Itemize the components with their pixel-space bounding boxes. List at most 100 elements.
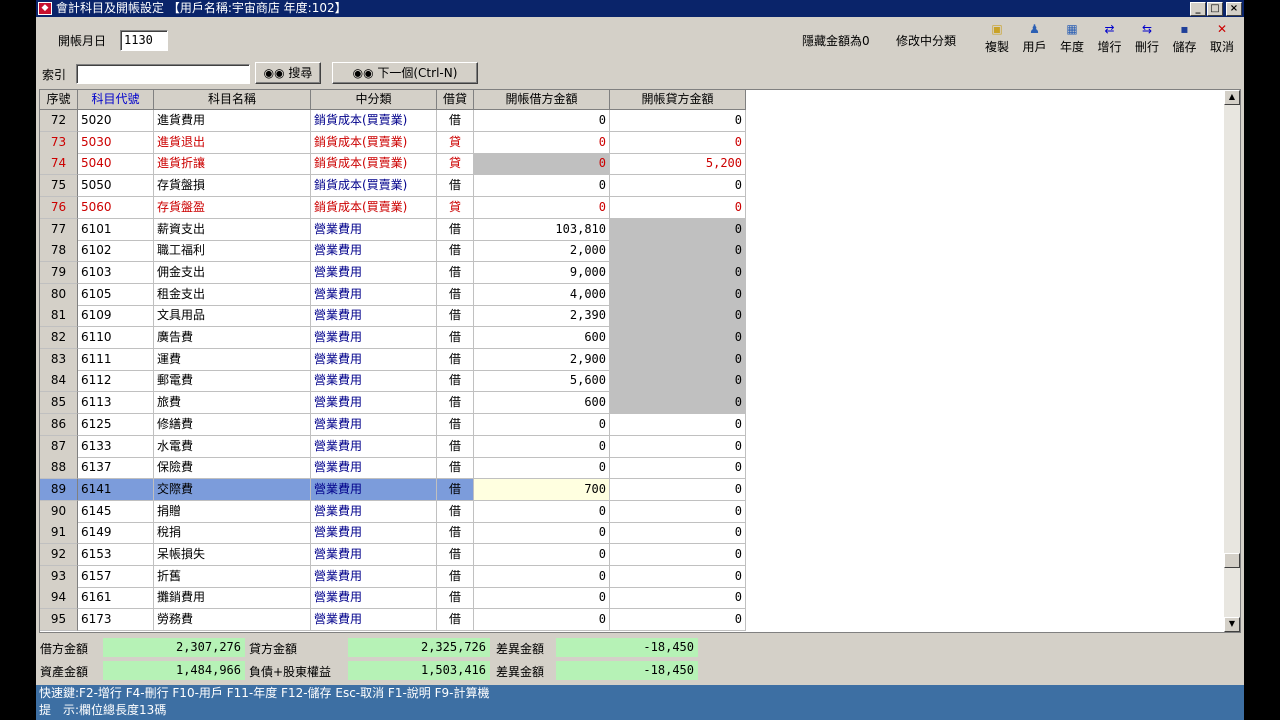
cell-credit[interactable]: 0 bbox=[610, 478, 746, 501]
table-row[interactable]: 92 6153 呆帳損失 營業費用借 0 0 bbox=[40, 544, 746, 566]
table-row[interactable]: 76 5060 存貨盤盈 銷貨成本(買賣業) 貸 0 0 bbox=[40, 196, 746, 219]
cell-seq[interactable]: 85 bbox=[40, 392, 78, 415]
cell-dc[interactable]: 借 bbox=[437, 348, 474, 371]
scroll-down-icon[interactable]: ▼ bbox=[1224, 617, 1240, 632]
cell-mid[interactable]: 營業費用 bbox=[311, 609, 437, 632]
cell-dc[interactable]: 借 bbox=[437, 435, 474, 458]
cell-mid[interactable]: 銷貨成本(買賣業) bbox=[311, 175, 437, 198]
toolbar-button-3[interactable]: ⇄ 增行 bbox=[1092, 22, 1128, 55]
col-header-dc[interactable]: 借貸 bbox=[437, 90, 474, 110]
table-row[interactable]: 82 6110 廣告費 營業費用借 600 0 bbox=[40, 327, 746, 349]
cell-dc[interactable]: 借 bbox=[437, 457, 474, 480]
cell-credit[interactable]: 0 bbox=[610, 261, 746, 284]
cell-name[interactable]: 折舊 bbox=[154, 565, 311, 588]
table-row[interactable]: 74 5040 進貨折讓 銷貨成本(買賣業) 貸 0 5,200 bbox=[40, 153, 746, 176]
cell-debit[interactable]: 600 bbox=[474, 327, 610, 349]
cell-seq[interactable]: 93 bbox=[40, 565, 78, 588]
toolbar-button-4[interactable]: ⇆ 刪行 bbox=[1129, 22, 1165, 55]
maximize-button[interactable]: □ bbox=[1207, 2, 1223, 16]
cell-name[interactable]: 存貨盤損 bbox=[154, 175, 311, 198]
cell-code[interactable]: 6145 bbox=[78, 500, 154, 523]
cell-code[interactable]: 6113 bbox=[78, 392, 154, 415]
cell-credit[interactable]: 0 bbox=[610, 370, 746, 393]
cell-code[interactable]: 6112 bbox=[78, 370, 154, 393]
cell-code[interactable]: 6137 bbox=[78, 457, 154, 480]
cell-code[interactable]: 5020 bbox=[78, 110, 154, 132]
cell-name[interactable]: 勞務費 bbox=[154, 609, 311, 632]
table-row[interactable]: 73 5030 進貨退出 銷貨成本(買賣業) 貸 0 0 bbox=[40, 131, 746, 154]
cell-credit[interactable]: 0 bbox=[610, 609, 746, 632]
table-row[interactable]: 93 6157 折舊 營業費用借 0 0 bbox=[40, 565, 746, 588]
table-row[interactable]: 86 6125 修繕費 營業費用借 0 0 bbox=[40, 413, 746, 436]
cell-code[interactable]: 6110 bbox=[78, 327, 154, 349]
cell-credit[interactable]: 0 bbox=[610, 565, 746, 588]
cell-dc[interactable]: 借 bbox=[437, 500, 474, 523]
cell-debit[interactable]: 0 bbox=[474, 175, 610, 198]
cell-code[interactable]: 6161 bbox=[78, 587, 154, 610]
cell-debit[interactable]: 2,000 bbox=[474, 240, 610, 263]
cell-debit[interactable]: 9,000 bbox=[474, 261, 610, 284]
cell-debit[interactable]: 0 bbox=[474, 435, 610, 458]
cell-credit[interactable]: 0 bbox=[610, 587, 746, 610]
cell-dc[interactable]: 借 bbox=[437, 392, 474, 415]
cell-mid[interactable]: 營業費用 bbox=[311, 478, 437, 501]
cell-seq[interactable]: 82 bbox=[40, 327, 78, 349]
hide-zero-option[interactable]: 隱藏金額為0 bbox=[802, 32, 870, 49]
cell-name[interactable]: 捐贈 bbox=[154, 500, 311, 523]
cell-credit[interactable]: 0 bbox=[610, 413, 746, 436]
cell-mid[interactable]: 營業費用 bbox=[311, 522, 437, 545]
cell-debit[interactable]: 0 bbox=[474, 110, 610, 132]
cell-code[interactable]: 6173 bbox=[78, 609, 154, 632]
cell-dc[interactable]: 借 bbox=[437, 240, 474, 263]
cell-seq[interactable]: 74 bbox=[40, 153, 78, 176]
table-row[interactable]: 78 6102 職工福利 營業費用借 2,000 0 bbox=[40, 240, 746, 263]
col-header-name[interactable]: 科目名稱 bbox=[154, 90, 311, 110]
index-input[interactable] bbox=[76, 64, 250, 84]
cell-dc[interactable]: 借 bbox=[437, 522, 474, 545]
toolbar-button-0[interactable]: ▣ 複製 bbox=[979, 22, 1015, 55]
cell-debit[interactable]: 600 bbox=[474, 392, 610, 415]
cell-credit[interactable]: 0 bbox=[610, 457, 746, 480]
cell-seq[interactable]: 90 bbox=[40, 500, 78, 523]
cell-seq[interactable]: 77 bbox=[40, 218, 78, 241]
cell-debit[interactable]: 0 bbox=[474, 500, 610, 523]
cell-mid[interactable]: 營業費用 bbox=[311, 261, 437, 284]
cell-code[interactable]: 5040 bbox=[78, 153, 154, 176]
cell-credit[interactable]: 0 bbox=[610, 522, 746, 545]
cell-dc[interactable]: 借 bbox=[437, 218, 474, 241]
cell-seq[interactable]: 80 bbox=[40, 283, 78, 306]
cell-mid[interactable]: 營業費用 bbox=[311, 327, 437, 349]
cell-dc[interactable]: 借 bbox=[437, 544, 474, 566]
cell-dc[interactable]: 借 bbox=[437, 478, 474, 501]
cell-code[interactable]: 6125 bbox=[78, 413, 154, 436]
cell-mid[interactable]: 銷貨成本(買賣業) bbox=[311, 153, 437, 176]
col-header-seq[interactable]: 序號 bbox=[40, 90, 78, 110]
table-row[interactable]: 79 6103 佣金支出 營業費用借 9,000 0 bbox=[40, 261, 746, 284]
scroll-up-icon[interactable]: ▲ bbox=[1224, 90, 1240, 105]
cell-seq[interactable]: 72 bbox=[40, 110, 78, 132]
cell-mid[interactable]: 營業費用 bbox=[311, 457, 437, 480]
table-row[interactable]: 72 5020 進貨費用 銷貨成本(買賣業) 借 0 0 bbox=[40, 110, 746, 132]
cell-mid[interactable]: 營業費用 bbox=[311, 305, 437, 328]
toolbar-button-5[interactable]: ▪ 儲存 bbox=[1167, 22, 1203, 55]
open-month-input[interactable]: 1130 bbox=[120, 30, 168, 51]
cell-dc[interactable]: 貸 bbox=[437, 153, 474, 176]
cell-mid[interactable]: 營業費用 bbox=[311, 218, 437, 241]
table-row[interactable]: 87 6133 水電費 營業費用借 0 0 bbox=[40, 435, 746, 458]
next-button[interactable]: ◉◉ 下一個(Ctrl-N) bbox=[332, 62, 478, 84]
cell-credit[interactable]: 0 bbox=[610, 392, 746, 415]
cell-mid[interactable]: 銷貨成本(買賣業) bbox=[311, 196, 437, 219]
cell-name[interactable]: 呆帳損失 bbox=[154, 544, 311, 566]
search-button[interactable]: ◉◉ 搜尋 bbox=[255, 62, 321, 84]
col-header-mid[interactable]: 中分類 bbox=[311, 90, 437, 110]
cell-dc[interactable]: 貸 bbox=[437, 131, 474, 154]
cell-mid[interactable]: 營業費用 bbox=[311, 587, 437, 610]
cell-name[interactable]: 旅費 bbox=[154, 392, 311, 415]
cell-dc[interactable]: 借 bbox=[437, 283, 474, 306]
cell-code[interactable]: 6133 bbox=[78, 435, 154, 458]
cell-dc[interactable]: 貸 bbox=[437, 196, 474, 219]
cell-code[interactable]: 6111 bbox=[78, 348, 154, 371]
toolbar-button-6[interactable]: ✕ 取消 bbox=[1204, 22, 1240, 55]
table-row[interactable]: 80 6105 租金支出 營業費用借 4,000 0 bbox=[40, 283, 746, 306]
cell-credit[interactable]: 0 bbox=[610, 240, 746, 263]
